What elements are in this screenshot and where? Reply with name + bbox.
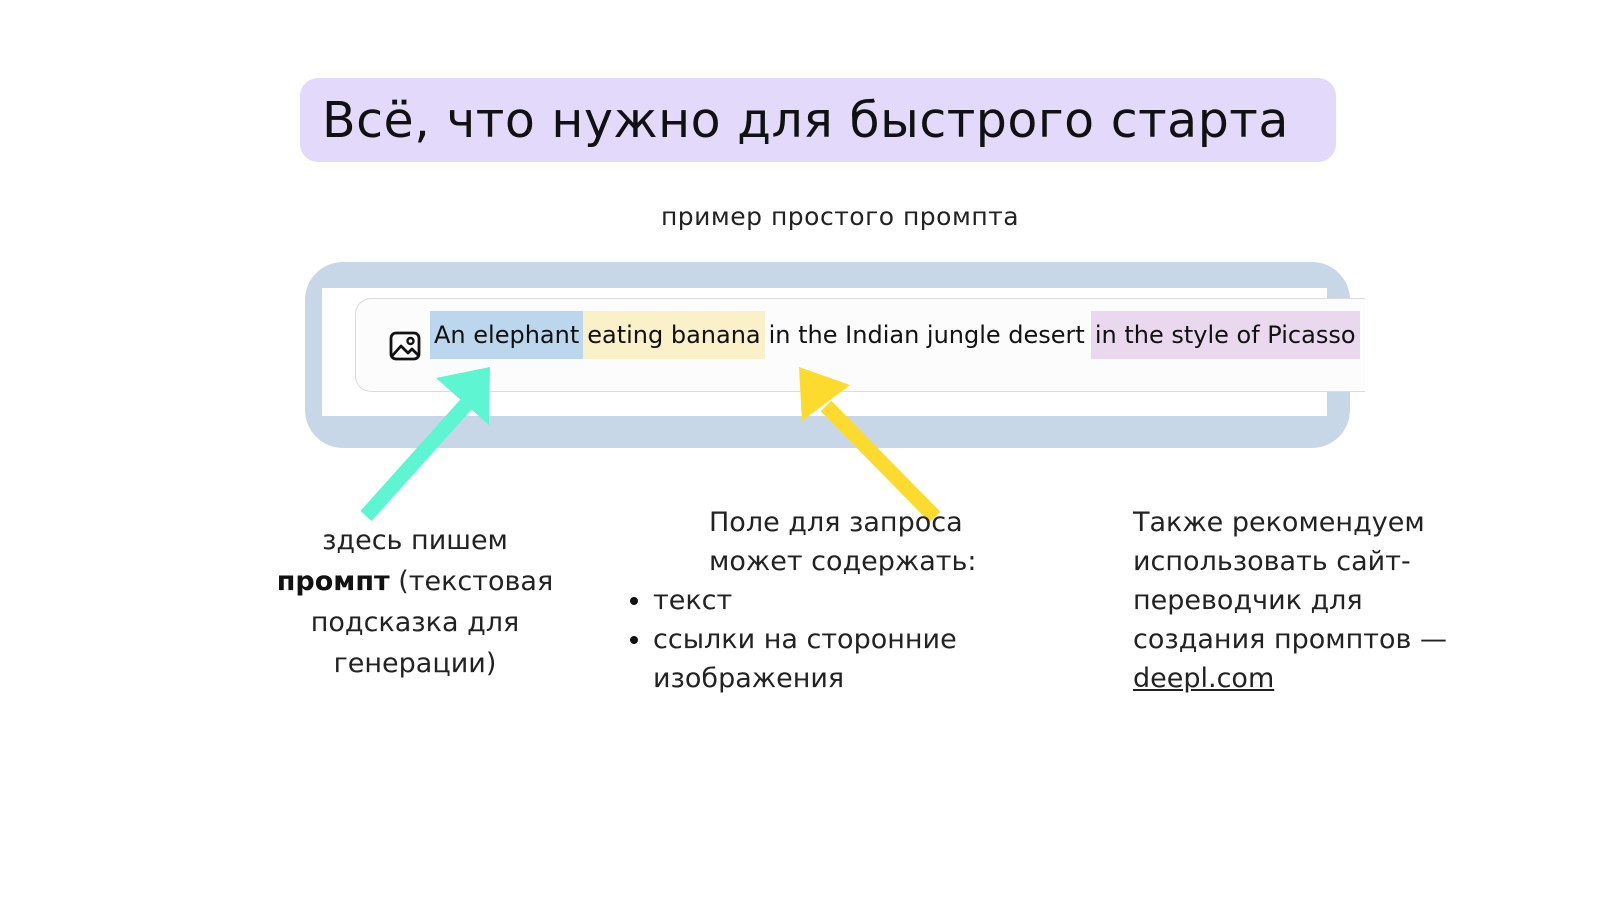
deepl-link[interactable]: deepl.com <box>1133 663 1274 694</box>
caption-mid-list: текст ссылки на сторонние изображения <box>620 581 1040 698</box>
caption-left-bold: промпт <box>276 566 390 597</box>
prompt-segment-action: eating banana <box>583 311 765 359</box>
title-banner: Всё, что нужно для быстрого старта <box>300 78 1336 162</box>
prompt-segment-style: in the style of Picasso <box>1090 311 1360 359</box>
subtitle: пример простого промпта <box>660 202 1020 231</box>
caption-right-text: Также рекомендуем использовать сайт-пере… <box>1133 507 1448 655</box>
caption-input-contents: Поле для запроса может содержать: текст … <box>620 503 1040 698</box>
caption-prompt-explanation: здесь пишем промпт (текстовая подсказка … <box>250 520 580 684</box>
caption-left-line1: здесь пишем <box>322 525 508 556</box>
list-item: текст <box>620 581 1040 620</box>
caption-mid-lead-2: может содержать: <box>709 546 977 577</box>
page-title: Всё, что нужно для быстрого старта <box>322 91 1289 149</box>
list-item: ссылки на сторонние изображения <box>620 620 1040 698</box>
prompt-segment-subject: An elephant <box>430 311 584 359</box>
caption-mid-lead-1: Поле для запроса <box>709 507 963 538</box>
prompt-text[interactable]: An elephant eating banana in the Indian … <box>430 311 1360 359</box>
prompt-segment-setting: in the Indian jungle desert <box>768 321 1085 349</box>
image-icon[interactable] <box>389 330 421 362</box>
caption-translator-tip: Также рекомендуем использовать сайт-пере… <box>1133 503 1483 698</box>
